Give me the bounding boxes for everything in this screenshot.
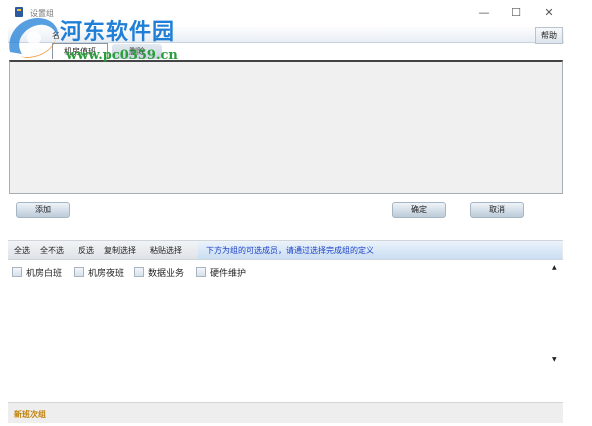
select-none-button[interactable]: 全不选 (40, 245, 64, 256)
cancel-button[interactable]: 取消 (470, 202, 524, 218)
list-item[interactable]: 机房白班 (12, 266, 72, 279)
checkbox-icon[interactable] (196, 267, 206, 277)
list-item[interactable]: 硬件维护 (196, 266, 258, 279)
ok-button[interactable]: 确定 (392, 202, 446, 218)
maximize-button[interactable]: ☐ (508, 5, 524, 21)
help-button[interactable]: 帮助 (535, 27, 563, 44)
status-bar: 新班次组 (8, 402, 563, 423)
app-icon (15, 7, 23, 17)
add-button[interactable]: 添加 (16, 202, 70, 218)
window-title: 设置组 (30, 9, 54, 18)
list-item[interactable]: 机房夜班 (74, 266, 134, 279)
paste-selection-button[interactable]: 粘贴选择 (150, 245, 182, 256)
scroll-up-arrow-icon[interactable]: ▲ (552, 264, 557, 271)
list-item-label: 机房夜班 (88, 269, 125, 279)
invert-selection-button[interactable]: 反选 (78, 245, 94, 256)
copy-selection-button[interactable]: 复制选择 (104, 245, 136, 256)
title-bar: 设置组 — ☐ ✕ (0, 0, 592, 26)
group-member-list: 机房白班 机房夜班 数据业务 硬件维护 (8, 262, 563, 400)
status-text: 新班次组 (14, 410, 46, 419)
list-item[interactable]: 数据业务 (134, 266, 196, 279)
selection-toolbar: 全选 全不选 反选 复制选择 粘贴选择 下方为组的可选成员，请通过选择完成组的定… (8, 240, 563, 260)
checkbox-icon[interactable] (12, 267, 22, 277)
group-tab-strip: 机房值班 删除 (8, 43, 564, 60)
checkbox-icon[interactable] (134, 267, 144, 277)
tab-selected-group[interactable]: 机房值班 (52, 43, 108, 59)
list-item-label: 硬件维护 (210, 269, 247, 279)
minimize-button[interactable]: — (476, 5, 492, 21)
group-editor-panel[interactable] (9, 60, 563, 194)
list-item-label: 机房白班 (26, 269, 63, 279)
scroll-down-arrow-icon[interactable]: ▼ (552, 356, 557, 363)
toolbar-label: 名 (52, 31, 60, 40)
member-hint: 下方为组的可选成员，请通过选择完成组的定义 (198, 242, 562, 259)
top-toolbar: 名 (8, 27, 564, 43)
list-item-label: 数据业务 (148, 269, 185, 279)
select-all-button[interactable]: 全选 (14, 245, 30, 256)
delete-button[interactable]: 删除 (112, 44, 162, 59)
checkbox-icon[interactable] (74, 267, 84, 277)
close-button[interactable]: ✕ (541, 5, 557, 21)
